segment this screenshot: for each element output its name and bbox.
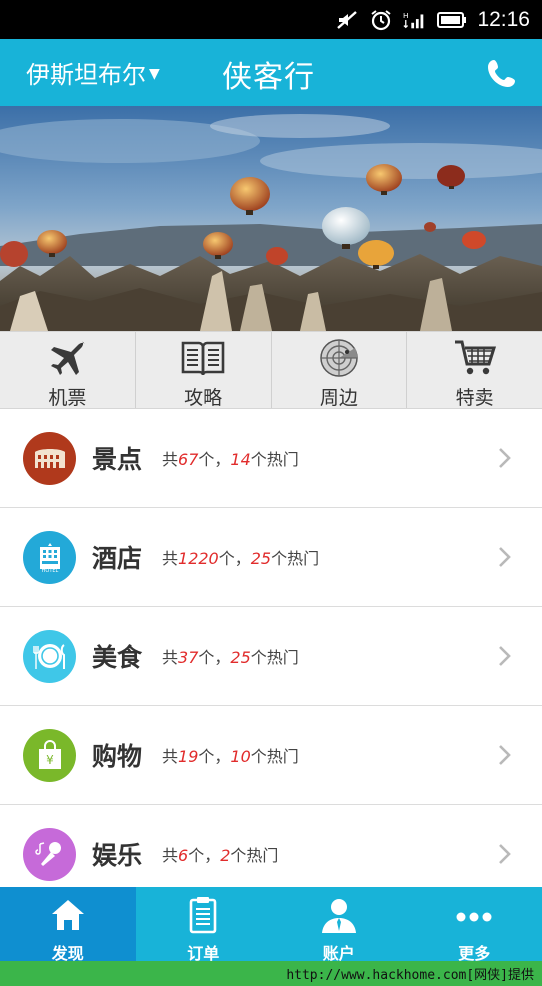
quick-nav-nearby[interactable]: 周边 — [272, 332, 408, 409]
bottom-tab-bar: 发现 订单 账户 更多 — [0, 887, 542, 963]
shopping-cart-icon — [453, 338, 497, 382]
list-item-attractions[interactable]: 景点 共67个，14个热门 — [0, 409, 542, 508]
tab-account[interactable]: 账户 — [271, 887, 407, 963]
total-count: 19 — [178, 747, 199, 766]
svg-text:H: H — [403, 11, 409, 20]
status-icons: H 12:16 — [335, 0, 530, 39]
battery-icon — [437, 9, 467, 31]
list-item-summary: 共67个，14个热门 — [162, 450, 299, 469]
quick-nav: 机票 攻略 周边 特卖 — [0, 331, 542, 409]
chevron-right-icon — [499, 844, 511, 864]
banner-image — [0, 106, 542, 331]
hot-count: 2 — [220, 846, 231, 865]
home-icon — [48, 895, 88, 939]
watermark-text: http://www.hackhome.com[网侠]提供 — [286, 968, 534, 983]
status-time: 12:16 — [477, 7, 530, 31]
list-item-hotels[interactable]: HOTEL 酒店 共1220个，25个热门 — [0, 508, 542, 607]
status-bar: H 12:16 — [0, 0, 542, 39]
tab-more[interactable]: 更多 — [407, 887, 542, 963]
plate-icon — [23, 629, 76, 683]
list-item-summary: 共37个，25个热门 — [162, 648, 299, 667]
airplane-icon — [45, 338, 89, 382]
list-item-summary: 共1220个，25个热门 — [162, 549, 320, 568]
colosseum-icon — [23, 431, 76, 485]
city-selector[interactable]: 伊斯坦布尔 ▼ — [26, 55, 160, 90]
list-item-summary: 共6个，2个热门 — [162, 846, 279, 865]
quick-nav-guides[interactable]: 攻略 — [136, 332, 272, 409]
chevron-right-icon — [499, 448, 511, 468]
list-item-title: 景点 — [92, 445, 143, 474]
chevron-right-icon — [499, 745, 511, 765]
chevron-right-icon — [499, 646, 511, 666]
city-name: 伊斯坦布尔 — [26, 61, 146, 89]
tab-orders[interactable]: 订单 — [136, 887, 272, 963]
list-item-summary: 共19个，10个热门 — [162, 747, 299, 766]
watermark-footer: http://www.hackhome.com[网侠]提供 — [0, 961, 542, 986]
signal-icon: H — [403, 9, 427, 31]
total-count: 37 — [178, 648, 199, 667]
app-title: 侠客行 — [222, 60, 315, 95]
quick-nav-flights[interactable]: 机票 — [0, 332, 136, 409]
hot-count: 14 — [230, 450, 251, 469]
banner-carousel[interactable] — [0, 106, 542, 331]
dropdown-triangle-icon: ▼ — [149, 65, 160, 82]
alarm-icon — [369, 9, 393, 31]
quick-nav-label: 机票 — [48, 387, 87, 409]
user-icon — [319, 895, 359, 939]
hot-count: 25 — [250, 549, 272, 568]
list-item-title: 购物 — [92, 742, 143, 771]
list-item-shopping[interactable]: ¥ 购物 共19个，10个热门 — [0, 706, 542, 805]
quick-nav-label: 特卖 — [455, 387, 494, 409]
quick-nav-label: 攻略 — [184, 387, 223, 409]
list-item-title: 美食 — [92, 643, 143, 672]
total-count: 1220 — [178, 549, 219, 568]
chevron-right-icon — [499, 547, 511, 567]
category-list: 景点 共67个，14个热门 HOTEL 酒店 共1220个，25个热门 美食 共… — [0, 409, 542, 904]
total-count: 67 — [178, 450, 199, 469]
list-item-title: 娱乐 — [92, 841, 143, 870]
phone-icon[interactable] — [486, 57, 518, 89]
microphone-icon — [23, 827, 76, 881]
mute-icon — [335, 9, 359, 31]
radar-icon — [317, 338, 361, 382]
hot-count: 25 — [230, 648, 251, 667]
book-icon — [181, 338, 225, 382]
more-icon — [454, 895, 494, 939]
list-item-food[interactable]: 美食 共37个，25个热门 — [0, 607, 542, 706]
hot-count: 10 — [230, 747, 251, 766]
list-item-title: 酒店 — [92, 544, 143, 573]
tab-discover[interactable]: 发现 — [0, 887, 136, 963]
svg-text:¥: ¥ — [46, 753, 54, 767]
app-header: 伊斯坦布尔 ▼ 侠客行 — [0, 39, 542, 106]
svg-text:HOTEL: HOTEL — [41, 568, 58, 573]
hotel-icon: HOTEL — [23, 530, 76, 584]
total-count: 6 — [178, 846, 189, 865]
quick-nav-label: 周边 — [319, 387, 358, 409]
quick-nav-sale[interactable]: 特卖 — [407, 332, 542, 409]
shopping-bag-icon: ¥ — [23, 728, 76, 782]
clipboard-icon — [183, 895, 223, 939]
